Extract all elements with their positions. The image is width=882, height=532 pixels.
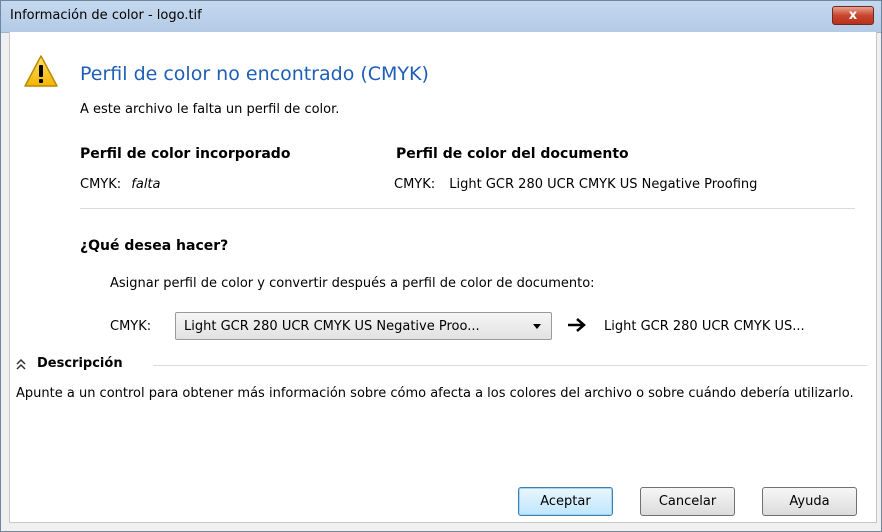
chevron-down-icon bbox=[533, 324, 541, 329]
profile-select[interactable]: Light GCR 280 UCR CMYK US Negative Proo.… bbox=[175, 312, 552, 340]
embedded-profile-label: Perfil de color incorporado bbox=[80, 146, 291, 162]
help-button[interactable]: Ayuda bbox=[762, 487, 857, 516]
profile-select-value: Light GCR 280 UCR CMYK US Negative Proo.… bbox=[184, 319, 480, 334]
warning-triangle-icon bbox=[24, 55, 58, 87]
cancel-button[interactable]: Cancelar bbox=[640, 487, 735, 516]
separator bbox=[80, 208, 855, 209]
action-question: ¿Qué desea hacer? bbox=[80, 238, 229, 254]
arrow-right-icon bbox=[568, 318, 586, 332]
title-bar: Información de color - logo.tif x bbox=[1, 1, 881, 33]
assign-option-text: Asignar perfil de color y convertir desp… bbox=[110, 276, 595, 291]
action-mode-label: CMYK: bbox=[110, 319, 152, 334]
embedded-profile-value: CMYK: falta bbox=[80, 177, 161, 192]
window-title: Información de color - logo.tif bbox=[10, 8, 202, 23]
document-mode: CMYK: bbox=[394, 177, 436, 192]
close-button[interactable]: x bbox=[832, 6, 874, 25]
document-profile-value: CMYK: Light GCR 280 UCR CMYK US Negative… bbox=[394, 177, 757, 192]
dialog-subtext: A este archivo le falta un perfil de col… bbox=[80, 102, 340, 117]
description-text: Apunte a un control para obtener más inf… bbox=[16, 386, 854, 401]
close-icon: x bbox=[848, 8, 858, 23]
embedded-missing: falta bbox=[131, 177, 161, 192]
document-profile-label: Perfil de color del documento bbox=[396, 146, 629, 162]
description-separator bbox=[153, 365, 867, 366]
description-heading[interactable]: Descripción bbox=[37, 356, 123, 371]
ok-button[interactable]: Aceptar bbox=[518, 487, 613, 516]
document-profile-name: Light GCR 280 UCR CMYK US Negative Proof… bbox=[449, 177, 758, 192]
dialog-heading: Perfil de color no encontrado (CMYK) bbox=[80, 63, 429, 85]
target-profile: Light GCR 280 UCR CMYK US... bbox=[604, 319, 805, 334]
color-info-dialog: Información de color - logo.tif x Perfil… bbox=[0, 0, 882, 532]
double-chevron-up-icon[interactable] bbox=[15, 358, 27, 372]
embedded-mode: CMYK: bbox=[80, 177, 122, 192]
